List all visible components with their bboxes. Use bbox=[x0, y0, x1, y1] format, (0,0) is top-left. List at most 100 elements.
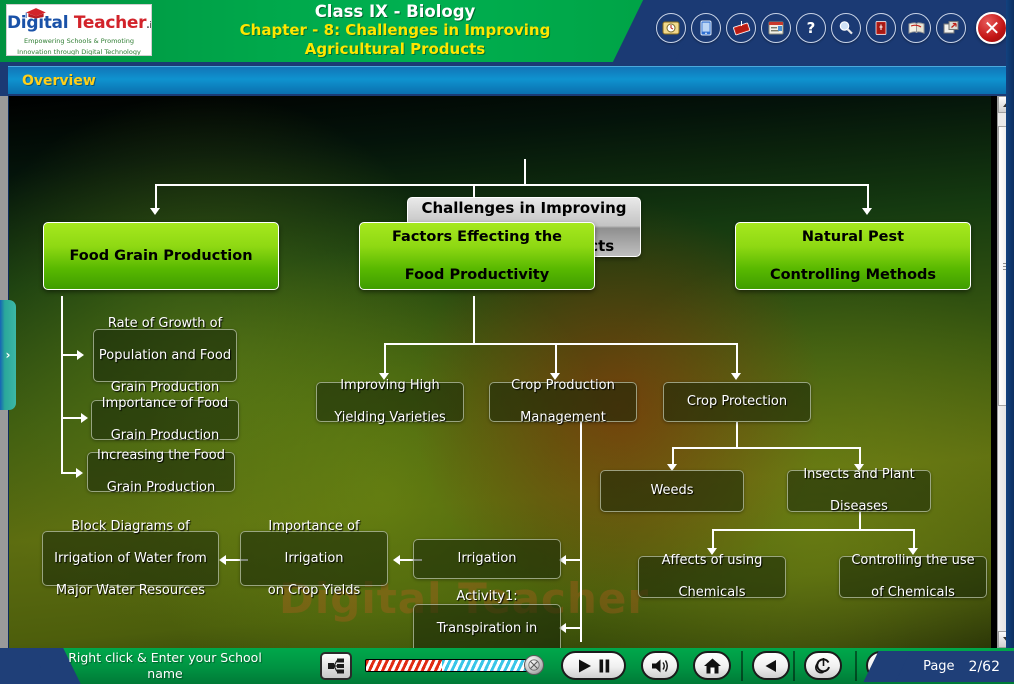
arrowhead-to-n1 bbox=[150, 208, 160, 215]
tablet-icon[interactable] bbox=[691, 13, 721, 43]
brand-logo: Digital Teacher.in Empowering Schools & … bbox=[6, 4, 152, 56]
node-activity-line1: Activity1: bbox=[456, 589, 518, 604]
node-block-line1: Block Diagrams of bbox=[71, 518, 190, 534]
title-chapter-line2: Agricultural Products bbox=[304, 40, 486, 58]
node-affects-of-chemicals[interactable]: Affects of using Chemicals bbox=[638, 553, 786, 600]
arrowhead-n1a bbox=[77, 350, 84, 360]
node-crop-production-management[interactable]: Crop Production Management bbox=[489, 378, 637, 425]
node-crop-protection[interactable]: Crop Protection bbox=[663, 382, 811, 422]
play-pause-button[interactable] bbox=[561, 651, 626, 680]
node-food-grain-production[interactable]: Food Grain Production bbox=[43, 222, 279, 290]
node-activity-line2: Transpiration in bbox=[436, 621, 538, 636]
bottom-toolbar: Right click & Enter your School name Pag… bbox=[0, 648, 1014, 684]
node-incfg-line2: Grain Production bbox=[106, 480, 216, 495]
connector-activity-in bbox=[565, 627, 581, 629]
progress-slider-track[interactable] bbox=[365, 659, 535, 672]
sound-button[interactable] bbox=[641, 651, 679, 680]
glossary-icon[interactable] bbox=[901, 13, 931, 43]
notes-icon[interactable] bbox=[761, 13, 791, 43]
connector-to-n2b bbox=[555, 343, 557, 375]
node-impfg-line1: Importance of Food bbox=[101, 396, 229, 411]
node-incfg-line1: Increasing the Food bbox=[97, 448, 225, 463]
connector-root-down bbox=[524, 159, 526, 185]
connector-irrigation-in bbox=[565, 559, 581, 561]
connector-insects-horizontal bbox=[712, 529, 913, 531]
node-pest-line2: Controlling Methods bbox=[769, 266, 937, 283]
node-weeds[interactable]: Weeds bbox=[600, 470, 744, 512]
previous-icon bbox=[765, 659, 776, 672]
refresh-icon bbox=[814, 658, 830, 674]
connector-to-n1 bbox=[155, 184, 157, 210]
node-irrigation-label: Irrigation bbox=[457, 551, 517, 566]
toolbar-divider-3 bbox=[855, 651, 857, 681]
node-irrigation[interactable]: Irrigation bbox=[413, 539, 561, 579]
node-importance-food-grain[interactable]: Importance of Food Grain Production bbox=[91, 396, 239, 443]
connector-to-n2c bbox=[736, 343, 738, 375]
node-activity1-transpiration[interactable]: Activity1: Transpiration in Plants bbox=[413, 589, 561, 648]
node-importance-of-irrigation[interactable]: Importance of Irrigation on Crop Yields bbox=[240, 519, 388, 598]
connector-n1b bbox=[61, 417, 83, 419]
toolbar-divider-1 bbox=[741, 651, 743, 681]
arrowhead-n1c bbox=[76, 468, 83, 478]
page-label: Page bbox=[923, 659, 955, 674]
search-icon[interactable] bbox=[831, 13, 861, 43]
header-bar: Digital Teacher.in Empowering Schools & … bbox=[0, 0, 1014, 62]
school-name-prompt[interactable]: Right click & Enter your School name bbox=[60, 650, 270, 682]
refresh-button[interactable] bbox=[804, 651, 842, 680]
knob-x-icon bbox=[528, 659, 540, 671]
arrowhead-to-n3 bbox=[862, 208, 872, 215]
toolbar-divider-2 bbox=[793, 651, 795, 681]
logo-tagline-2: Innovation through Digital Technology bbox=[17, 48, 141, 56]
tab-overview[interactable]: Overview bbox=[8, 66, 1006, 94]
speaker-icon bbox=[652, 659, 668, 672]
node-affects-line2: Chemicals bbox=[678, 585, 746, 600]
node-affects-line1: Affects of using bbox=[661, 553, 763, 568]
school-prompt-line2: name bbox=[147, 666, 183, 681]
node-weeds-label: Weeds bbox=[650, 483, 694, 498]
node-insects-plant-diseases[interactable]: Insects and Plant Diseases bbox=[787, 467, 931, 514]
node-factors-line2: Food Productivity bbox=[404, 266, 550, 283]
node-rate-of-growth[interactable]: Rate of Growth of Population and Food Gr… bbox=[93, 316, 237, 395]
bottom-left-wedge bbox=[0, 648, 56, 684]
previous-button[interactable] bbox=[752, 651, 790, 680]
page-title: Class IX - Biology Chapter - 8: Challeng… bbox=[160, 2, 630, 59]
help-icon[interactable]: ? bbox=[796, 13, 826, 43]
connector-to-n3 bbox=[867, 184, 869, 210]
node-cpm-line1: Crop Production bbox=[511, 378, 615, 393]
node-factors-line1: Factors Effecting the bbox=[392, 228, 562, 245]
dictionary-icon[interactable] bbox=[866, 13, 896, 43]
logo-tagline-1: Empowering Schools & Promoting bbox=[23, 37, 135, 45]
logo-word-teacher: Teacher bbox=[73, 13, 147, 33]
home-button[interactable] bbox=[693, 651, 731, 680]
node-increasing-food-grain[interactable]: Increasing the Food Grain Production bbox=[87, 448, 235, 495]
node-improving-hyv[interactable]: Improving High Yielding Varieties bbox=[316, 378, 464, 425]
external-window-icon[interactable] bbox=[936, 13, 966, 43]
node-block-diagrams-irrigation[interactable]: Block Diagrams of Irrigation of Water fr… bbox=[42, 519, 219, 598]
progress-slider-knob[interactable] bbox=[524, 655, 544, 675]
logo-tld: .in bbox=[146, 21, 152, 31]
node-crop-protection-label: Crop Protection bbox=[686, 394, 788, 409]
graduation-cap-icon bbox=[25, 8, 46, 19]
connector-to-n2a bbox=[384, 343, 386, 375]
sidebar-expand-handle[interactable]: › bbox=[0, 300, 16, 410]
tree-view-button[interactable] bbox=[320, 652, 352, 680]
dashboard-icon[interactable] bbox=[656, 13, 686, 43]
node-insects-line2: Diseases bbox=[830, 499, 888, 514]
close-button[interactable]: ✕ bbox=[976, 12, 1008, 44]
blackboard-icon[interactable] bbox=[726, 13, 756, 43]
node-controlling-chemicals[interactable]: Controlling the use of Chemicals bbox=[839, 553, 987, 600]
connector-n2-horizontal bbox=[384, 343, 736, 345]
node-cpm-line2: Management bbox=[520, 410, 606, 425]
node-natural-pest[interactable]: Natural Pest Controlling Methods bbox=[735, 222, 971, 290]
node-impirr-line3: on Crop Yields bbox=[267, 582, 361, 598]
node-pest-line1: Natural Pest bbox=[801, 228, 905, 245]
arrowhead-impirr bbox=[393, 555, 400, 565]
tab-bar: Overview bbox=[0, 62, 1014, 96]
node-impfg-line2: Grain Production bbox=[110, 428, 220, 443]
connector-n2-down bbox=[473, 296, 475, 344]
connector-cpm-spine bbox=[580, 422, 582, 642]
node-block-line3: Major Water Resources bbox=[55, 582, 206, 598]
node-factors-effecting[interactable]: Factors Effecting the Food Productivity bbox=[359, 222, 595, 290]
tree-view-icon bbox=[328, 658, 344, 674]
application-window: Digital Teacher .in Empowering Schools & … bbox=[0, 0, 1014, 684]
